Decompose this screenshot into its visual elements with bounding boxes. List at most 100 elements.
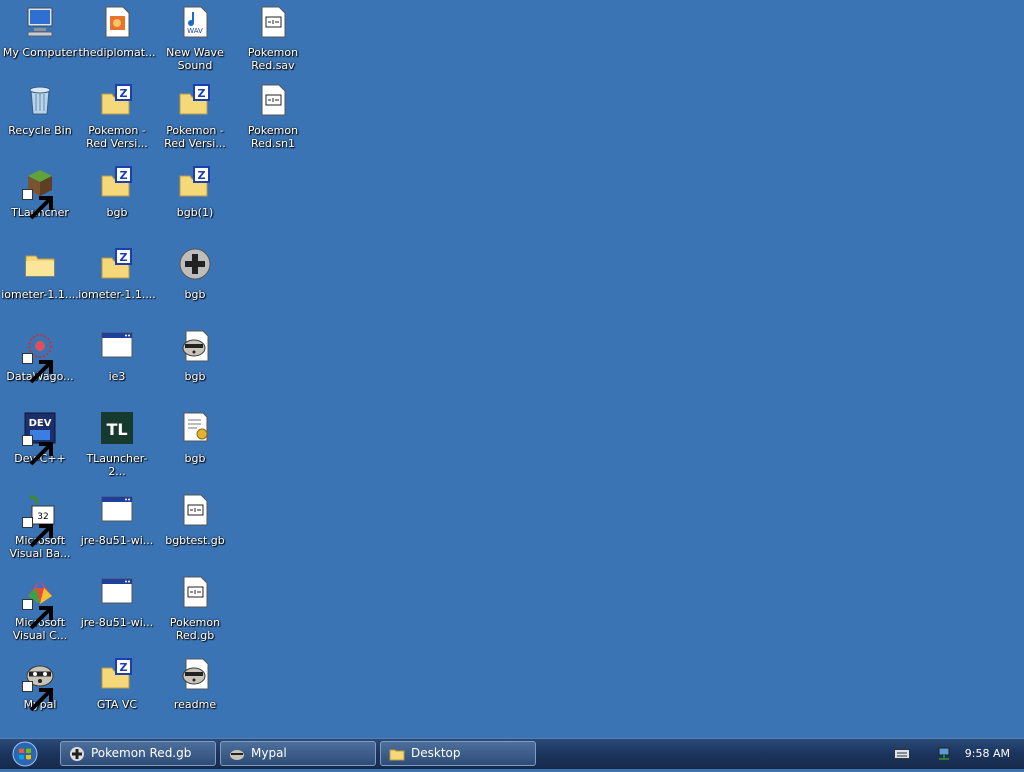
bgb-notes-file[interactable]: bgb — [156, 410, 234, 465]
shortcut-arrow-icon — [22, 517, 53, 548]
mypal-shortcut[interactable]: Mypal — [1, 656, 79, 712]
wav-file-icon: WAV — [177, 4, 213, 40]
iometer-archive-label: iometer-1.1.... — [78, 288, 156, 301]
media-file-icon — [99, 4, 135, 40]
bgb-exe-label: bgb — [184, 288, 206, 301]
desktop: My Computer Recycle Bin TLauncher iomete… — [0, 0, 1024, 738]
shortcut-arrow-icon — [22, 189, 53, 220]
task-mypal-label: Mypal — [251, 746, 287, 760]
zip-folder-icon: Z — [177, 82, 213, 118]
zip-folder-icon: Z — [99, 82, 135, 118]
svg-text:Z: Z — [120, 169, 128, 182]
pokemon-red-versi-2-label: Pokemon - Red Versi... — [164, 124, 226, 150]
window-app-icon — [99, 492, 135, 528]
thediplomat-file[interactable]: thediplomat... — [78, 4, 156, 59]
readme-label: readme — [173, 698, 217, 711]
tlauncher2-program[interactable]: TL TLauncher-2... — [78, 410, 156, 478]
start-button[interactable] — [4, 740, 46, 768]
pokemon-sn1-file[interactable]: Pokemon Red.sn1 — [234, 82, 312, 150]
bgb-archive-label: bgb — [106, 206, 128, 219]
pokemon-red-versi-1-label: Pokemon - Red Versi... — [86, 124, 148, 150]
raccoon-icon — [22, 656, 58, 712]
zip-folder-icon: Z — [99, 164, 135, 200]
iometer-archive[interactable]: Z iometer-1.1.... — [78, 246, 156, 301]
gta-vc-label: GTA VC — [96, 698, 138, 711]
tlauncher-shortcut[interactable]: TLauncher — [1, 164, 79, 220]
gb-rom-file-icon — [177, 574, 213, 610]
visual-cpp-icon — [22, 574, 58, 630]
gb-rom-file-icon — [177, 492, 213, 528]
visual-basic-icon: 32 — [22, 492, 58, 548]
svg-text:Z: Z — [120, 87, 128, 100]
bgb1-label: bgb(1) — [176, 206, 214, 219]
clock[interactable]: 9:58 AM — [965, 747, 1010, 760]
ie3-label: ie3 — [108, 370, 126, 383]
pokemon-sav-label: Pokemon Red.sav — [247, 46, 299, 72]
keyboard-icon[interactable] — [894, 748, 910, 760]
gta-vc-archive[interactable]: Z GTA VC — [78, 656, 156, 711]
pokemon-gb-label: Pokemon Red.gb — [169, 616, 221, 642]
jre-1-installer[interactable]: jre-8u51-wi... — [78, 492, 156, 547]
taskbar: Pokemon Red.gb Mypal Desktop 9:58 AM — [0, 738, 1024, 769]
jre-2-installer[interactable]: jre-8u51-wi... — [78, 574, 156, 629]
shortcut-arrow-icon — [22, 435, 53, 466]
folder-icon — [22, 246, 58, 282]
recycle-bin-label: Recycle Bin — [8, 124, 72, 137]
ie3-program[interactable]: ie3 — [78, 328, 156, 383]
my-computer-icon — [22, 4, 58, 40]
ms-visual-basic-shortcut[interactable]: 32 Microsoft Visual Ba... — [1, 492, 79, 560]
bgb-exe[interactable]: bgb — [156, 246, 234, 301]
bgbtest-file[interactable]: bgbtest.gb — [156, 492, 234, 547]
window-app-icon — [99, 574, 135, 610]
shortcut-arrow-icon — [22, 353, 53, 384]
tlauncher2-label: TLauncher-2... — [86, 452, 148, 478]
jre-2-label: jre-8u51-wi... — [80, 616, 154, 629]
my-computer-shortcut[interactable]: My Computer — [1, 4, 79, 59]
datawago-icon — [22, 328, 58, 384]
recycle-bin-icon — [22, 82, 58, 118]
network-icon[interactable] — [936, 746, 952, 762]
grass-block-icon — [22, 164, 58, 220]
new-wave-sound-file[interactable]: WAV New Wave Sound — [156, 4, 234, 72]
pokemon-red-versi-2-archive[interactable]: Z Pokemon - Red Versi... — [156, 82, 234, 150]
iometer-folder-shortcut[interactable]: iometer-1.1.... — [1, 246, 79, 301]
pokemon-gb-file[interactable]: Pokemon Red.gb — [156, 574, 234, 642]
raccoon-file-icon — [177, 656, 213, 692]
task-desktop[interactable]: Desktop — [380, 741, 536, 766]
devcpp-shortcut[interactable]: DEV Dev-C++ — [1, 410, 79, 466]
gb-rom-file-icon — [255, 82, 291, 118]
dpad-icon — [177, 246, 213, 282]
task-pokemon-red[interactable]: Pokemon Red.gb — [60, 741, 216, 766]
task-mypal[interactable]: Mypal — [220, 741, 376, 766]
thediplomat-label: thediplomat... — [78, 46, 156, 59]
recycle-bin-shortcut[interactable]: Recycle Bin — [1, 82, 79, 137]
svg-text:Z: Z — [120, 661, 128, 674]
system-tray: 9:58 AM — [884, 739, 1024, 769]
zip-folder-icon: Z — [99, 656, 135, 692]
task-pokemon-red-label: Pokemon Red.gb — [91, 746, 192, 760]
svg-text:Z: Z — [198, 169, 206, 182]
dpad-icon — [70, 747, 84, 761]
svg-text:Z: Z — [120, 251, 128, 264]
ms-visual-c-shortcut[interactable]: Microsoft Visual C... — [1, 574, 79, 642]
bgb1-archive[interactable]: Z bgb(1) — [156, 164, 234, 219]
config-file-icon — [177, 410, 213, 446]
iometer-folder-label: iometer-1.1.... — [1, 288, 79, 301]
raccoon-icon — [230, 750, 244, 760]
pokemon-sn1-label: Pokemon Red.sn1 — [247, 124, 299, 150]
svg-text:Z: Z — [198, 87, 206, 100]
shortcut-arrow-icon — [22, 681, 53, 712]
folder-icon — [389, 749, 405, 761]
pokemon-sav-file[interactable]: Pokemon Red.sav — [234, 4, 312, 72]
datawago-shortcut[interactable]: DataWago... — [1, 328, 79, 384]
pokemon-red-versi-1-archive[interactable]: Z Pokemon - Red Versi... — [78, 82, 156, 150]
windows-orb-icon — [12, 741, 38, 767]
gb-rom-file-icon — [255, 4, 291, 40]
bgb-raccoon-file[interactable]: bgb — [156, 328, 234, 383]
raccoon-file-icon — [177, 328, 213, 364]
devcpp-icon: DEV — [22, 410, 58, 466]
new-wave-sound-label: New Wave Sound — [166, 46, 224, 72]
readme-file[interactable]: readme — [156, 656, 234, 711]
tlauncher-logo-icon: TL — [99, 410, 135, 446]
bgb-archive[interactable]: Z bgb — [78, 164, 156, 219]
